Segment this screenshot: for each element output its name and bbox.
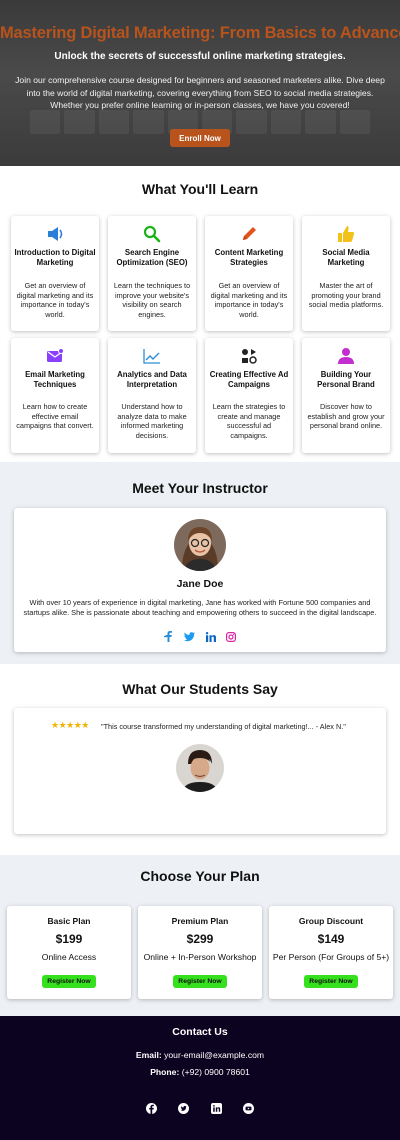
facebook-icon[interactable] [146, 1101, 157, 1119]
chart-line-icon [142, 347, 162, 365]
person-icon [336, 347, 356, 365]
learn-card-seo: Search Engine Optimization (SEO) Learn t… [108, 216, 196, 331]
plans-section-title: Choose Your Plan [140, 868, 260, 884]
plan-card-basic: Basic Plan $199 Online Access Register N… [7, 906, 131, 999]
contact-phone-line: Phone: (+92) 0900 78601 [0, 1067, 400, 1077]
learn-card-desc: Discover how to establish and grow your … [307, 402, 385, 431]
hero-section: Mastering Digital Marketing: From Basics… [0, 0, 400, 166]
learn-card-content: Content Marketing Strategies Get an over… [205, 216, 293, 331]
instructor-section-title: Meet Your Instructor [132, 480, 268, 496]
learn-card-title: Search Engine Optimization (SEO) [116, 248, 188, 267]
email-icon [45, 347, 65, 365]
learn-card-desc: Learn how to create effective email camp… [16, 402, 94, 431]
plan-desc: Online + In-Person Workshop [143, 952, 257, 962]
learn-card-desc: Master the art of promoting your brand s… [308, 281, 384, 310]
learn-card-title: Introduction to Digital Marketing [14, 248, 96, 267]
testimonial-quote: "This course transformed my understandin… [101, 722, 346, 731]
hero-description: Join our comprehensive course designed f… [15, 75, 385, 110]
learn-card-desc: Get an overview of digital marketing and… [210, 281, 288, 319]
learn-card-desc: Learn the strategies to create and manag… [212, 402, 286, 440]
hero-title: Mastering Digital Marketing: From Basics… [0, 24, 400, 42]
learn-card-desc: Understand how to analyze data to make i… [117, 402, 187, 440]
learn-card-desc: Get an overview of digital marketing and… [16, 281, 94, 319]
learn-card-desc: Learn the techniques to improve your web… [113, 281, 191, 319]
learn-card-title: Building Your Personal Brand [317, 370, 375, 389]
email-label: Email: [135, 1050, 162, 1060]
twitter-icon[interactable] [184, 629, 196, 647]
footer-socials [146, 1101, 254, 1119]
register-now-button[interactable]: Register Now [304, 975, 358, 988]
plan-price: $299 [186, 932, 214, 946]
learn-card-title: Analytics and Data Interpretation [117, 370, 187, 389]
learn-card-title: Email Marketing Techniques [25, 370, 85, 389]
learn-card-intro: Introduction to Digital Marketing Get an… [11, 216, 99, 331]
instagram-icon[interactable] [225, 629, 236, 647]
instructor-bio: With over 10 years of experience in digi… [23, 598, 377, 617]
contact-email-line: Email: your-email@example.com [0, 1050, 400, 1060]
plan-name: Group Discount [298, 916, 364, 926]
plan-card-group: Group Discount $149 Per Person (For Grou… [269, 906, 393, 999]
contact-title: Contact Us [172, 1026, 228, 1038]
thumbs-up-icon [336, 225, 356, 243]
plan-price: $199 [55, 932, 83, 946]
plan-desc: Online Access [41, 952, 97, 962]
twitter-icon[interactable] [178, 1101, 190, 1119]
instructor-name: Jane Doe [176, 578, 224, 590]
contact-footer: Contact Us Email: your-email@example.com… [0, 1016, 400, 1140]
plan-name: Basic Plan [47, 916, 91, 926]
pencil-icon [239, 225, 259, 243]
search-icon [142, 225, 162, 243]
linkedin-icon[interactable] [205, 629, 216, 647]
youtube-icon[interactable] [242, 1101, 254, 1119]
learn-section-title: What You'll Learn [141, 181, 259, 197]
megaphone-icon [45, 225, 65, 243]
register-now-button[interactable]: Register Now [42, 975, 96, 988]
plan-name: Premium Plan [171, 916, 229, 926]
instructor-avatar [174, 519, 226, 571]
plan-card-premium: Premium Plan $299 Online + In-Person Wor… [138, 906, 262, 999]
phone-label: Phone: [150, 1067, 180, 1077]
learn-card-ads: Creating Effective Ad Campaigns Learn th… [205, 338, 293, 453]
phone-value: (+92) 0900 78601 [181, 1067, 250, 1077]
plan-desc: Per Person (For Groups of 5+) [272, 952, 390, 962]
testimonials-section-title: What Our Students Say [122, 681, 278, 697]
enroll-now-button[interactable]: Enroll Now [170, 129, 230, 147]
student-avatar [176, 744, 224, 792]
instructor-socials [164, 629, 236, 647]
linkedin-icon[interactable] [210, 1101, 222, 1119]
learn-card-brand: Building Your Personal Brand Discover ho… [302, 338, 390, 453]
rating-stars: ★★★★★ [51, 720, 89, 730]
email-value[interactable]: your-email@example.com [164, 1050, 264, 1060]
learn-card-analytics: Analytics and Data Interpretation Unders… [108, 338, 196, 453]
ads-icon [239, 347, 259, 365]
plan-price: $149 [317, 932, 345, 946]
learn-card-title: Social Media Marketing [322, 248, 370, 267]
learn-card-email: Email Marketing Techniques Learn how to … [11, 338, 99, 453]
hero-subtitle: Unlock the secrets of successful online … [54, 51, 346, 62]
learn-card-social: Social Media Marketing Master the art of… [302, 216, 390, 331]
learn-card-title: Creating Effective Ad Campaigns [209, 370, 289, 389]
register-now-button[interactable]: Register Now [173, 975, 227, 988]
facebook-icon[interactable] [164, 629, 174, 647]
learn-card-title: Content Marketing Strategies [214, 248, 284, 267]
